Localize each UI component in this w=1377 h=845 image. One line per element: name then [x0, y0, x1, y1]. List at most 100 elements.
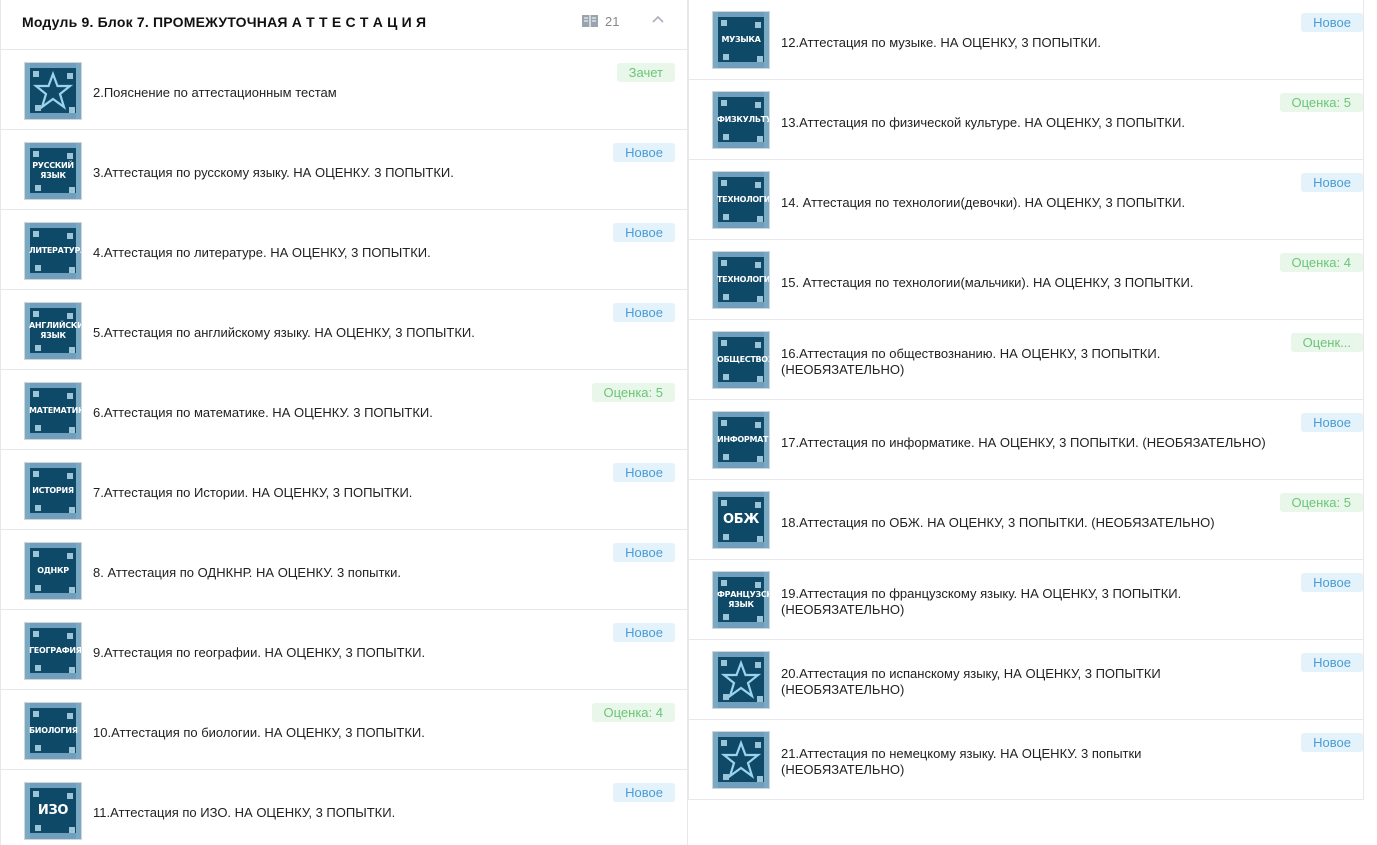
lesson-item[interactable]: ОБЩЕСТВОЗНАНИЕ 16.Аттестация по обществоз…: [688, 320, 1364, 400]
left-column: Модуль 9. Блок 7. ПРОМЕЖУТОЧНАЯ А Т Т Е …: [0, 0, 688, 845]
module-title: Модуль 9. Блок 7. ПРОМЕЖУТОЧНАЯ А Т Т Е …: [22, 14, 427, 30]
chevron-up-icon[interactable]: [651, 14, 665, 24]
item-count: 21: [605, 14, 620, 29]
thumbnail-decoration: [721, 580, 727, 586]
lesson-item[interactable]: МУЗЫКА 12.Аттестация по музыке. НА ОЦЕНКУ…: [688, 0, 1364, 80]
lesson-title[interactable]: 4.Аттестация по литературе. НА ОЦЕНКУ, 3…: [93, 245, 583, 261]
lesson-title[interactable]: 3.Аттестация по русскому языку. НА ОЦЕНК…: [93, 165, 583, 181]
lesson-title[interactable]: 7.Аттестация по Истории. НА ОЦЕНКУ, 3 ПО…: [93, 485, 583, 501]
lesson-item[interactable]: ФИЗКУЛЬТУРА 13.Аттестация по физической к…: [688, 80, 1364, 160]
thumbnail-border: [764, 732, 769, 788]
thumbnail-border: [25, 623, 81, 628]
thumbnail-border: [713, 732, 718, 788]
thumbnail-decoration: [723, 294, 729, 300]
thumbnail-decoration: [723, 214, 729, 220]
lesson-item[interactable]: ИЗО 11.Аттестация по ИЗО. НА ОЦЕНКУ, 3 ПО…: [1, 770, 687, 845]
status-badge: Оценка: 4: [591, 703, 675, 722]
lesson-item[interactable]: ОДНКР 8. Аттестация по ОДНКНР. НА ОЦЕНКУ.…: [1, 530, 687, 610]
status-badge: Оценка: 5: [591, 383, 675, 402]
module-header[interactable]: Модуль 9. Блок 7. ПРОМЕЖУТОЧНАЯ А Т Т Е …: [1, 0, 687, 50]
lesson-title[interactable]: 9.Аттестация по географии. НА ОЦЕНКУ, 3 …: [93, 645, 583, 661]
thumbnail-border: [25, 513, 81, 519]
thumbnail-decoration: [757, 456, 763, 462]
lesson-item[interactable]: БИОЛОГИЯ 10.Аттестация по биологии. НА ОЦ…: [1, 690, 687, 770]
status-badge: Новое: [613, 783, 675, 802]
lesson-item[interactable]: ОБЖ 18.Аттестация по ОБЖ. НА ОЦЕНКУ, 3 ПО…: [688, 480, 1364, 560]
lesson-title[interactable]: 11.Аттестация по ИЗО. НА ОЦЕНКУ, 3 ПОПЫТ…: [93, 805, 583, 821]
lesson-thumbnail: МУЗЫКА: [713, 12, 769, 68]
lesson-thumbnail: ОБЖ: [713, 492, 769, 548]
lesson-title[interactable]: 15. Аттестация по технологии(мальчики). …: [781, 275, 1281, 291]
lesson-title-line: 18.Аттестация по ОБЖ. НА ОЦЕНКУ, 3 ПОПЫТ…: [781, 515, 1215, 530]
lesson-title[interactable]: 10.Аттестация по биологии. НА ОЦЕНКУ, 3 …: [93, 725, 583, 741]
thumbnail-border: [713, 172, 769, 177]
lesson-item[interactable]: ГЕОГРАФИЯ 9.Аттестация по географии. НА О…: [1, 610, 687, 690]
thumbnail-label: ЛИТЕРАТУРА: [29, 246, 81, 255]
lesson-title[interactable]: 17.Аттестация по информатике. НА ОЦЕНКУ,…: [781, 435, 1281, 451]
lesson-thumbnail: ТЕХНОЛОГИЯ: [713, 252, 769, 308]
thumbnail-decoration: [67, 713, 73, 719]
thumbnail-decoration: [723, 614, 729, 620]
lesson-item[interactable]: АНГЛИЙСКИЙ ЯЗЫК 5.Аттестация по английско…: [1, 290, 687, 370]
lesson-item[interactable]: 21.Аттестация по немецкому языку. НА ОЦЕ…: [688, 720, 1364, 800]
thumbnail-label: ОБЩЕСТВОЗНАНИЕ: [717, 355, 769, 364]
thumbnail-decoration: [33, 711, 39, 717]
thumbnail-decoration: [721, 340, 727, 346]
lesson-title[interactable]: 19.Аттестация по французскому языку. НА …: [781, 586, 1281, 618]
right-column: МУЗЫКА 12.Аттестация по музыке. НА ОЦЕНКУ…: [688, 0, 1377, 845]
thumbnail-border: [713, 622, 769, 628]
lesson-thumbnail: ГЕОГРАФИЯ: [25, 623, 81, 679]
lesson-title[interactable]: 20.Аттестация по испанскому языку, НА ОЦ…: [781, 666, 1281, 698]
thumbnail-decoration: [33, 791, 39, 797]
lesson-thumbnail: АНГЛИЙСКИЙ ЯЗЫК: [25, 303, 81, 359]
thumbnail-border: [713, 782, 769, 788]
thumbnail-border: [25, 223, 81, 228]
lesson-thumbnail: БИОЛОГИЯ: [25, 703, 81, 759]
thumbnail-decoration: [35, 185, 41, 191]
thumbnail-border: [25, 673, 81, 679]
thumbnail-decoration: [67, 793, 73, 799]
lesson-item[interactable]: ФРАНЦУЗСКИЙ ЯЗЫК 19.Аттестация по француз…: [688, 560, 1364, 640]
lesson-title[interactable]: 6.Аттестация по математике. НА ОЦЕНКУ. 3…: [93, 405, 583, 421]
thumbnail-decoration: [33, 311, 39, 317]
thumbnail-decoration: [755, 182, 761, 188]
thumbnail-border: [713, 542, 769, 548]
lesson-item[interactable]: ТЕХНОЛОГИЯ 15. Аттестация по технологии(м…: [688, 240, 1364, 320]
thumbnail-decoration: [757, 216, 763, 222]
thumbnail-label: МУЗЫКА: [721, 35, 761, 44]
lesson-title[interactable]: 13.Аттестация по физической культуре. НА…: [781, 115, 1281, 131]
thumbnail-label: ОБЖ: [723, 512, 759, 527]
lesson-item[interactable]: 2.Пояснение по аттестационным тестам Заче…: [1, 50, 687, 130]
thumbnail-border: [713, 92, 769, 97]
thumbnail-border: [713, 412, 769, 417]
lesson-item[interactable]: ИСТОРИЯ 7.Аттестация по Истории. НА ОЦЕНК…: [1, 450, 687, 530]
lesson-item[interactable]: 20.Аттестация по испанскому языку, НА ОЦ…: [688, 640, 1364, 720]
lesson-title-line: 19.Аттестация по французскому языку. НА …: [781, 586, 1182, 601]
thumbnail-decoration: [69, 187, 75, 193]
lesson-title[interactable]: 12.Аттестация по музыке. НА ОЦЕНКУ, 3 ПО…: [781, 35, 1281, 51]
lesson-item[interactable]: МАТЕМАТИКА 6.Аттестация по математике. НА…: [1, 370, 687, 450]
lesson-title[interactable]: 16.Аттестация по обществознанию. НА ОЦЕН…: [781, 346, 1281, 378]
thumbnail-border: [76, 63, 81, 119]
lesson-title[interactable]: 2.Пояснение по аттестационным тестам: [93, 85, 583, 101]
thumbnail-decoration: [757, 616, 763, 622]
thumbnail-border: [25, 63, 81, 68]
lesson-title[interactable]: 18.Аттестация по ОБЖ. НА ОЦЕНКУ, 3 ПОПЫТ…: [781, 515, 1281, 531]
right-item-list: МУЗЫКА 12.Аттестация по музыке. НА ОЦЕНКУ…: [688, 0, 1377, 800]
lesson-title-line: (НЕОБЯЗАТЕЛЬНО): [781, 602, 905, 617]
thumbnail-decoration: [755, 262, 761, 268]
lesson-thumbnail: ТЕХНОЛОГИЯ: [713, 172, 769, 228]
lesson-item[interactable]: ТЕХНОЛОГИЯ 14. Аттестация по технологии(д…: [688, 160, 1364, 240]
thumbnail-decoration: [755, 102, 761, 108]
lesson-item[interactable]: РУССКИЙ ЯЗЫК 3.Аттестация по русскому язы…: [1, 130, 687, 210]
lesson-title[interactable]: 14. Аттестация по технологии(девочки). Н…: [781, 195, 1281, 211]
thumbnail-label: ИЗО: [37, 803, 69, 818]
lesson-title[interactable]: 5.Аттестация по английскому языку. НА ОЦ…: [93, 325, 583, 341]
lesson-item[interactable]: ИНФОРМАТИКА 17.Аттестация по информатике.…: [688, 400, 1364, 480]
thumbnail-border: [25, 703, 81, 708]
lesson-title[interactable]: 8. Аттестация по ОДНКНР. НА ОЦЕНКУ. 3 по…: [93, 565, 583, 581]
lesson-item[interactable]: ЛИТЕРАТУРА 4.Аттестация по литературе. НА…: [1, 210, 687, 290]
lesson-title[interactable]: 21.Аттестация по немецкому языку. НА ОЦЕ…: [781, 746, 1281, 778]
thumbnail-label: РУССКИЙ ЯЗЫК: [32, 161, 74, 180]
lesson-title-line: 5.Аттестация по английскому языку. НА ОЦ…: [93, 325, 475, 340]
